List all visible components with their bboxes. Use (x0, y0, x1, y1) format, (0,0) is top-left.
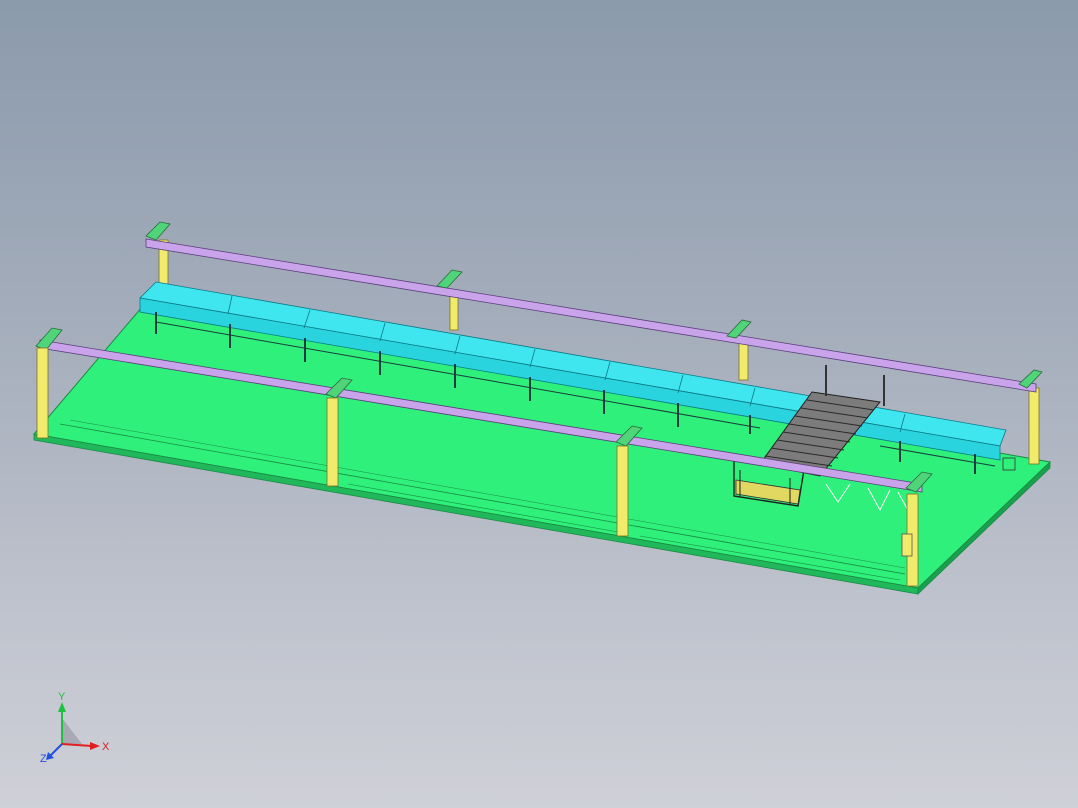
post (1028, 387, 1040, 465)
rail-bracket (145, 221, 171, 241)
x-axis-arrow (90, 742, 100, 750)
floor-top (33, 299, 1052, 589)
control-box (1002, 457, 1016, 471)
3d-viewport[interactable]: Y X Z (0, 0, 1078, 808)
equipment-panel (901, 533, 913, 557)
post (616, 445, 629, 537)
post (36, 347, 49, 439)
x-axis-label: X (102, 741, 110, 753)
z-axis-line (49, 743, 63, 757)
triad-plane-shade (62, 718, 82, 744)
y-axis-arrow (58, 702, 66, 712)
post (326, 397, 339, 487)
y-axis-label: Y (58, 691, 66, 703)
orientation-triad[interactable]: Y X Z (36, 688, 116, 768)
x-axis-line (61, 743, 93, 747)
rail-bracket (436, 269, 463, 289)
floor-slab[interactable] (33, 299, 1052, 595)
rail-bracket (726, 319, 752, 339)
model-scene[interactable] (0, 0, 1078, 808)
post (738, 339, 749, 381)
z-axis-label: Z (40, 753, 47, 765)
